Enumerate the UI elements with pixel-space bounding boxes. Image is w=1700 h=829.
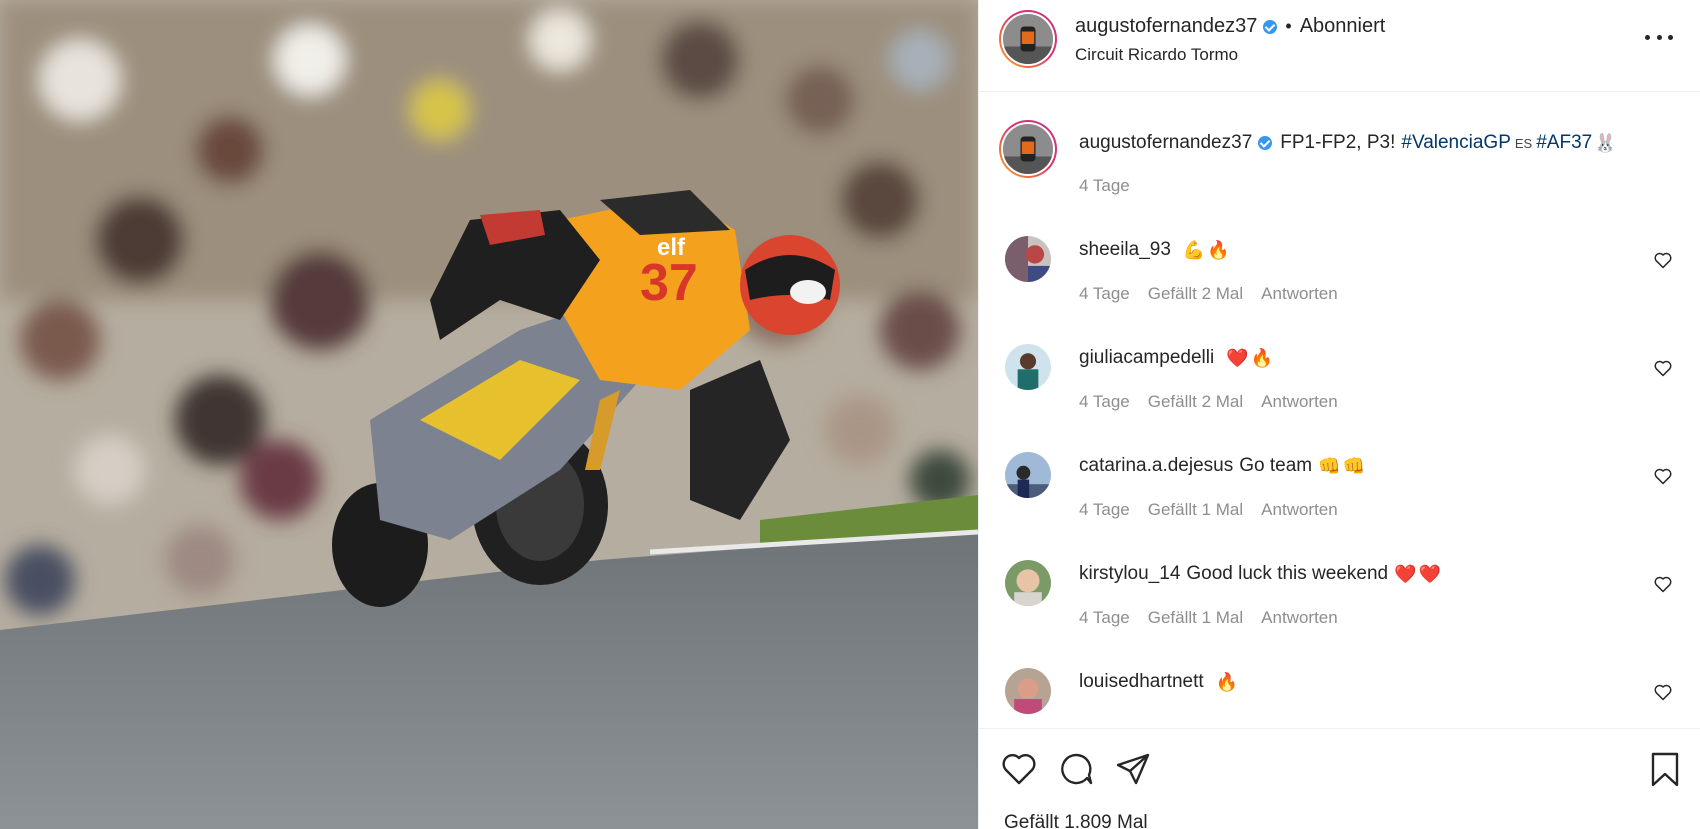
post-header: augustofernandez37 • Abonniert Circuit R… [979, 0, 1700, 92]
comment-emoji: 🔥 [1215, 671, 1241, 692]
heart-icon[interactable] [999, 749, 1039, 789]
avatar-image [1005, 236, 1051, 282]
comment-heart-icon[interactable] [1653, 574, 1673, 594]
commenter-avatar[interactable] [1005, 344, 1051, 390]
comment-likes[interactable]: Gefällt 2 Mal [1148, 392, 1243, 412]
comment-item: sheeila_93 💪🔥 4 Tage Gefällt 2 Mal Antwo… [979, 228, 1700, 336]
commenter-avatar[interactable] [1005, 452, 1051, 498]
reply-button[interactable]: Antworten [1261, 500, 1338, 520]
location-link[interactable]: Circuit Ricardo Tormo [1075, 45, 1238, 65]
comment-item: kirstylou_14 Good luck this weekend ❤️❤️… [979, 552, 1700, 660]
commenter-avatar[interactable] [1005, 668, 1051, 714]
post-side-panel: augustofernandez37 • Abonniert Circuit R… [978, 0, 1700, 829]
comment-emoji: ❤️🔥 [1226, 347, 1276, 368]
comment-timestamp[interactable]: 4 Tage [1079, 284, 1130, 304]
comment-timestamp[interactable]: 4 Tage [1079, 392, 1130, 412]
commenter-avatar[interactable] [1005, 560, 1051, 606]
comment-emoji: 💪🔥 [1182, 239, 1232, 260]
comment-likes[interactable]: Gefällt 1 Mal [1148, 608, 1243, 628]
hashtag-link[interactable]: #AF37 [1536, 132, 1592, 154]
more-options-icon[interactable] [1645, 26, 1673, 48]
comment-text: Good luck this weekend [1186, 563, 1389, 584]
caption-line: augustofernandez37 FP1-FP2, P3! #Valenci… [1079, 132, 1617, 154]
comment-item: catarina.a.dejesus Go team 👊👊 4 Tage Gef… [979, 444, 1700, 552]
avatar-image [1005, 560, 1051, 606]
avatar-image [1003, 124, 1053, 174]
follow-status-button[interactable]: Abonniert [1300, 15, 1386, 38]
flag-label: ES [1514, 135, 1533, 151]
comment-line: kirstylou_14 Good luck this weekend ❤️❤️ [1079, 563, 1443, 585]
caption-timestamp[interactable]: 4 Tage [1079, 176, 1130, 196]
comment-heart-icon[interactable] [1653, 358, 1673, 378]
comment-emoji: ❤️❤️ [1394, 563, 1443, 584]
caption-text: FP1-FP2, P3! [1280, 132, 1396, 153]
comment-meta: 4 Tage Gefällt 1 Mal Antworten [1079, 608, 1338, 628]
author-info: augustofernandez37 • Abonniert [1075, 15, 1385, 38]
comment-username[interactable]: kirstylou_14 [1079, 563, 1180, 585]
svg-text:elf: elf [657, 234, 686, 261]
comment-line: giuliacampedelli ❤️🔥 [1079, 347, 1275, 369]
comment-timestamp[interactable]: 4 Tage [1079, 500, 1130, 520]
comment-username[interactable]: louisedhartnett [1079, 671, 1204, 693]
share-icon[interactable] [1113, 749, 1153, 789]
comment-line: sheeila_93 💪🔥 [1079, 239, 1232, 261]
post-photo[interactable]: 37 elf [0, 0, 978, 829]
comment-likes[interactable]: Gefällt 1 Mal [1148, 500, 1243, 520]
comment-line: catarina.a.dejesus Go team 👊👊 [1079, 455, 1367, 477]
comment-list[interactable]: sheeila_93 💪🔥 4 Tage Gefällt 2 Mal Antwo… [979, 228, 1700, 728]
hashtag-link[interactable]: #ValenciaGP [1401, 132, 1511, 154]
comment-meta: 4 Tage Gefällt 1 Mal Antworten [1079, 500, 1338, 520]
bookmark-icon[interactable] [1645, 749, 1685, 789]
comment-item: louisedhartnett 🔥 [979, 660, 1700, 728]
motorcycle-racing-image: 37 elf [0, 0, 978, 829]
author-avatar[interactable] [999, 10, 1057, 68]
separator-dot: • [1285, 16, 1292, 36]
comment-line: louisedhartnett 🔥 [1079, 671, 1240, 693]
comment-icon[interactable] [1056, 749, 1096, 789]
comment-username[interactable]: sheeila_93 [1079, 239, 1171, 261]
avatar-image [1005, 668, 1051, 714]
verified-icon [1263, 19, 1278, 34]
likes-count[interactable]: Gefällt 1.809 Mal [1004, 812, 1148, 829]
comment-heart-icon[interactable] [1653, 250, 1673, 270]
comment-meta: 4 Tage Gefällt 2 Mal Antworten [1079, 392, 1338, 412]
comment-text: Go team [1239, 455, 1313, 476]
comment-meta: 4 Tage Gefällt 2 Mal Antworten [1079, 284, 1338, 304]
svg-text:37: 37 [640, 254, 698, 312]
comment-heart-icon[interactable] [1653, 466, 1673, 486]
comment-username[interactable]: catarina.a.dejesus [1079, 455, 1233, 477]
caption-username[interactable]: augustofernandez37 [1079, 132, 1252, 154]
reply-button[interactable]: Antworten [1261, 608, 1338, 628]
comment-emoji: 👊👊 [1318, 455, 1367, 476]
verified-icon [1258, 136, 1273, 150]
caption-avatar[interactable] [999, 120, 1057, 178]
avatar-image [1005, 452, 1051, 498]
reply-button[interactable]: Antworten [1261, 392, 1338, 412]
comment-heart-icon[interactable] [1653, 682, 1673, 702]
comment-username[interactable]: giuliacampedelli [1079, 347, 1214, 369]
avatar-image [1003, 14, 1053, 64]
comment-timestamp[interactable]: 4 Tage [1079, 608, 1130, 628]
rabbit-emoji: 🐰 [1594, 132, 1617, 153]
commenter-avatar[interactable] [1005, 236, 1051, 282]
avatar-image [1005, 344, 1051, 390]
comment-item: giuliacampedelli ❤️🔥 4 Tage Gefällt 2 Ma… [979, 336, 1700, 444]
author-username[interactable]: augustofernandez37 [1075, 15, 1257, 38]
reply-button[interactable]: Antworten [1261, 284, 1338, 304]
comment-likes[interactable]: Gefällt 2 Mal [1148, 284, 1243, 304]
